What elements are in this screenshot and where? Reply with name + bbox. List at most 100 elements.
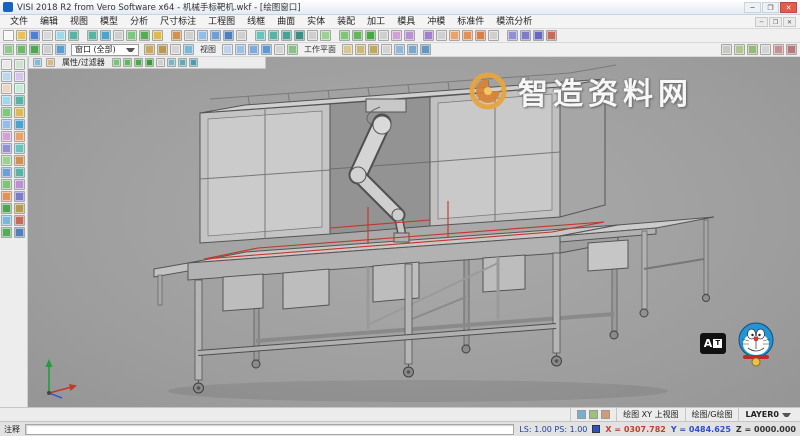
workplane-tool-icon[interactable] (342, 44, 353, 55)
doc-minimize-button[interactable]: ─ (755, 16, 768, 27)
tool-icon[interactable] (14, 71, 25, 82)
cad-model[interactable] (28, 57, 800, 407)
tool-icon[interactable] (223, 30, 234, 41)
doc-close-button[interactable]: ✕ (783, 16, 796, 27)
tool-icon[interactable] (488, 30, 499, 41)
selection-filter-icon[interactable] (133, 58, 143, 67)
tool-icon[interactable] (378, 30, 389, 41)
tool-icon[interactable] (255, 30, 266, 41)
property-icon[interactable] (33, 58, 42, 67)
filter-icon[interactable] (46, 58, 55, 67)
tool-icon[interactable] (1, 83, 12, 94)
menu-item[interactable]: 模具 (391, 15, 421, 29)
tool-icon[interactable] (14, 95, 25, 106)
tool-icon[interactable] (210, 30, 221, 41)
tool-icon[interactable] (100, 30, 111, 41)
selection-filter-icon[interactable] (188, 58, 198, 67)
tool-icon[interactable] (14, 167, 25, 178)
minimize-button[interactable]: ─ (744, 1, 761, 13)
tool-icon[interactable] (404, 30, 415, 41)
doc-restore-button[interactable]: ❐ (769, 16, 782, 27)
menu-item[interactable]: 线框 (241, 15, 271, 29)
tool-icon[interactable] (1, 203, 12, 214)
tool-icon[interactable] (1, 119, 12, 130)
tool-icon[interactable] (1, 155, 12, 166)
tool-icon[interactable] (14, 119, 25, 130)
maximize-button[interactable]: ❐ (762, 1, 779, 13)
tool-icon[interactable] (55, 30, 66, 41)
tool-icon[interactable] (126, 30, 137, 41)
tool-icon[interactable] (55, 44, 66, 55)
menu-item[interactable]: 工程图 (202, 15, 241, 29)
selection-filter-icon[interactable] (155, 58, 165, 67)
tool-icon[interactable] (423, 30, 434, 41)
tool-icon[interactable] (14, 227, 25, 238)
view-tool-icon[interactable] (222, 44, 233, 55)
tool-icon[interactable] (14, 143, 25, 154)
tool-icon[interactable] (1, 179, 12, 190)
menu-item[interactable]: 加工 (361, 15, 391, 29)
tool-icon[interactable] (747, 44, 758, 55)
workplane-tool-icon[interactable] (381, 44, 392, 55)
property-filter-label[interactable]: 属性/过滤器 (58, 57, 109, 68)
view-tool-icon[interactable] (287, 44, 298, 55)
tool-icon[interactable] (734, 44, 745, 55)
tool-icon[interactable] (1, 95, 12, 106)
tool-icon[interactable] (721, 44, 732, 55)
tool-icon[interactable] (197, 30, 208, 41)
tool-icon[interactable] (1, 59, 12, 70)
view-tool-icon[interactable] (274, 44, 285, 55)
status-tool-icon[interactable] (577, 410, 587, 419)
tool-icon[interactable] (29, 44, 40, 55)
tool-icon[interactable] (1, 107, 12, 118)
menu-item[interactable]: 尺寸标注 (154, 15, 202, 29)
menu-item[interactable]: 文件 (4, 15, 34, 29)
tool-icon[interactable] (760, 44, 771, 55)
tool-icon[interactable] (1, 131, 12, 142)
tool-icon[interactable] (157, 44, 168, 55)
workplane-tool-icon[interactable] (355, 44, 366, 55)
workplane-status[interactable]: 绘图 XY 上视图 (616, 408, 684, 421)
tool-icon[interactable] (533, 30, 544, 41)
tool-icon[interactable] (1, 191, 12, 202)
menu-item[interactable]: 编辑 (34, 15, 64, 29)
tool-icon[interactable] (786, 44, 797, 55)
tool-icon[interactable] (14, 203, 25, 214)
tool-icon[interactable] (152, 30, 163, 41)
tool-icon[interactable] (144, 44, 155, 55)
current-color-swatch[interactable] (592, 425, 601, 433)
tool-icon[interactable] (1, 143, 12, 154)
tool-icon[interactable] (475, 30, 486, 41)
menu-item[interactable]: 曲面 (271, 15, 301, 29)
layer-selector[interactable]: LAYER0 (738, 408, 797, 421)
tool-icon[interactable] (1, 167, 12, 178)
tool-icon[interactable] (113, 30, 124, 41)
status-tool-icon[interactable] (589, 410, 599, 419)
menu-item[interactable]: 分析 (124, 15, 154, 29)
workplane-tool-icon[interactable] (407, 44, 418, 55)
tool-icon[interactable] (320, 30, 331, 41)
menu-item[interactable]: 视图 (64, 15, 94, 29)
status-tool-icon[interactable] (601, 410, 611, 419)
menu-item[interactable]: 冲模 (421, 15, 451, 29)
tool-icon[interactable] (42, 44, 53, 55)
window-filter-combo[interactable]: 窗口 (全部) (71, 43, 139, 56)
tool-icon[interactable] (1, 227, 12, 238)
tool-icon[interactable] (365, 30, 376, 41)
tool-icon[interactable] (281, 30, 292, 41)
selection-filter-icon[interactable] (122, 58, 132, 67)
tool-icon[interactable] (14, 215, 25, 226)
tool-icon[interactable] (14, 59, 25, 70)
tool-icon[interactable] (294, 30, 305, 41)
tool-icon[interactable] (268, 30, 279, 41)
tool-icon[interactable] (14, 83, 25, 94)
workplane-tool-icon[interactable] (368, 44, 379, 55)
selection-filter-icon[interactable] (111, 58, 121, 67)
close-button[interactable]: ✕ (780, 1, 797, 13)
tool-icon[interactable] (183, 44, 194, 55)
tool-icon[interactable] (87, 30, 98, 41)
workplane-tool-icon[interactable] (420, 44, 431, 55)
tool-icon[interactable] (3, 44, 14, 55)
tool-icon[interactable] (14, 131, 25, 142)
tool-icon[interactable] (352, 30, 363, 41)
